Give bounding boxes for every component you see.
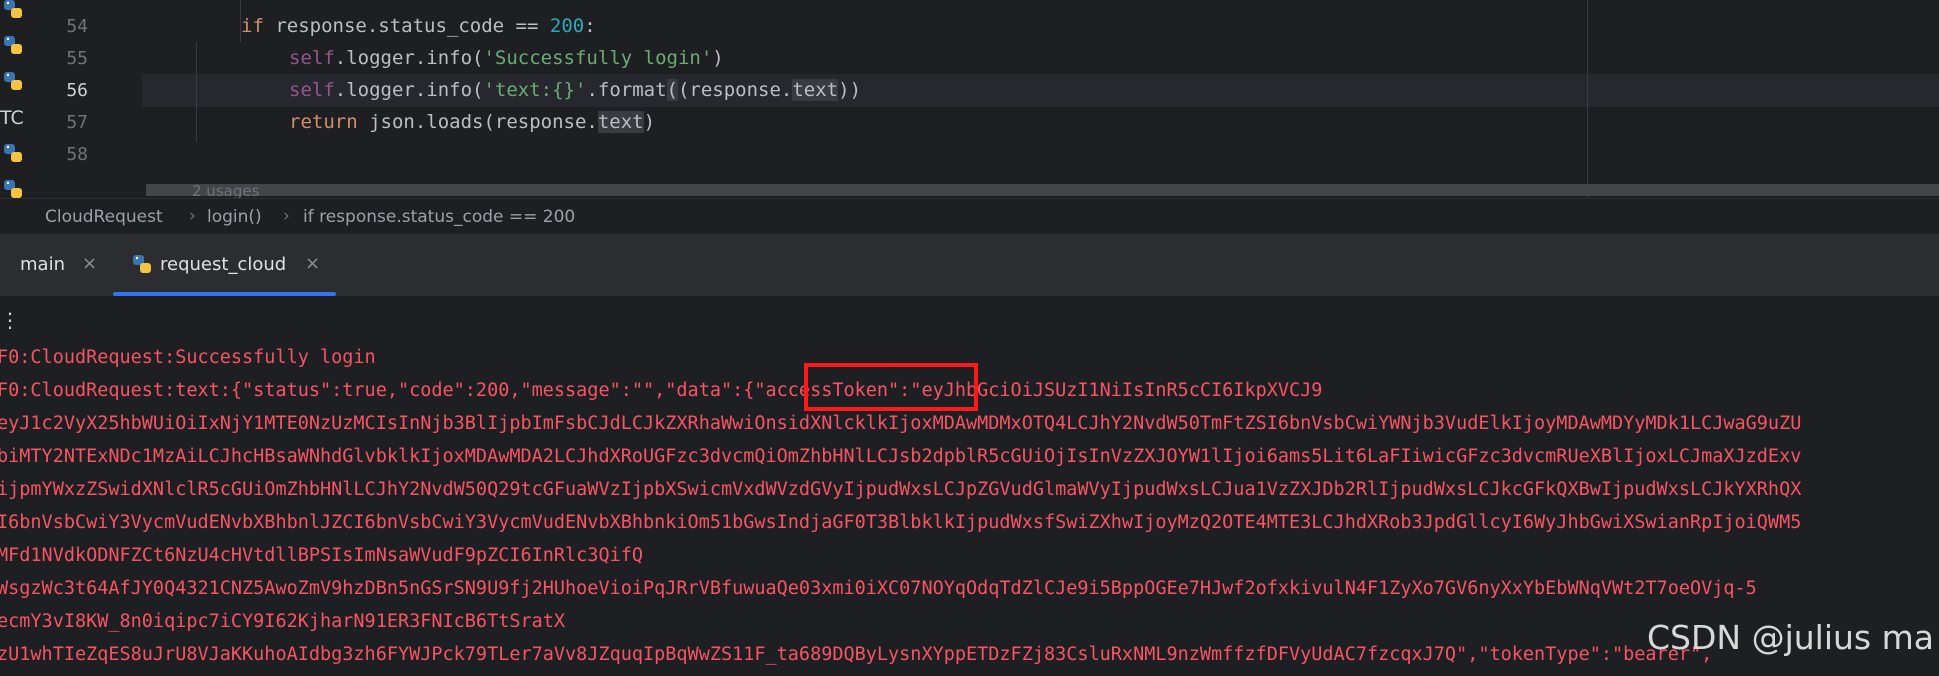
python-icon bbox=[4, 0, 22, 18]
console-line: ijpmYWxzZSwidXNlclR5cGUiOmZhbHNlLCJhY2Nv… bbox=[0, 479, 1802, 500]
tab-label: request_cloud bbox=[160, 254, 287, 275]
code-line-55[interactable]: self.logger.info('Successfully login') bbox=[289, 42, 724, 75]
chevron-right-icon: › bbox=[189, 206, 196, 226]
python-icon bbox=[133, 255, 151, 273]
console-line: F0:CloudRequest:text:{"status":true,"cod… bbox=[0, 380, 1323, 401]
code-text: ) bbox=[712, 47, 724, 69]
code-text: .format bbox=[586, 79, 667, 101]
close-icon[interactable]: × bbox=[305, 253, 320, 274]
console-line: I6bnVsbCwiY3VycmVudENvbXBhbnlJZCI6bnVsbC… bbox=[0, 512, 1802, 533]
keyword: return bbox=[289, 111, 358, 133]
code-editor[interactable]: 54 55 56 57 58 TC if response.status_cod… bbox=[0, 0, 1939, 232]
python-icon bbox=[4, 36, 22, 54]
code-text: (response. bbox=[677, 79, 793, 101]
console-line: MFd1NVdkODNFZCt6NzU4cHVtdllBPSIsImNsaWVu… bbox=[0, 545, 644, 566]
usage-highlight: text bbox=[792, 79, 839, 101]
python-icon bbox=[4, 72, 22, 90]
console-line: zU1whTIeZqES8uJrU8VJaKKuhoAIdbg3zh6FYWJP… bbox=[0, 644, 1713, 665]
python-icon bbox=[4, 180, 22, 198]
console-line: biMTY2NTExNDc1MzAiLCJhcHBsaWNhdGlvbklkIj… bbox=[0, 446, 1802, 467]
tab-main[interactable]: main × bbox=[0, 234, 110, 296]
code-text: response.status_code == bbox=[263, 15, 550, 37]
line-number: 55 bbox=[66, 48, 88, 69]
code-line-54[interactable]: if response.status_code == 200: bbox=[241, 10, 596, 43]
breadcrumb-item[interactable]: CloudRequest bbox=[45, 207, 163, 227]
code-line-57[interactable]: return json.loads(response.text) bbox=[289, 106, 655, 139]
self-keyword: self bbox=[289, 47, 335, 69]
string-literal: 'text:{}' bbox=[483, 79, 587, 101]
more-options-icon[interactable]: ⋮ bbox=[0, 308, 20, 332]
code-text: : bbox=[584, 15, 596, 37]
code-text: ) bbox=[643, 111, 656, 133]
horizontal-scrollbar[interactable] bbox=[146, 184, 1939, 196]
breadcrumb-item[interactable]: if response.status_code == 200 bbox=[303, 207, 575, 227]
console-line: eyJ1c2VyX25hbWUiOiIxNjY1MTE0NzUzMCIsInNj… bbox=[0, 413, 1802, 434]
watermark: CSDN @julius ma bbox=[1647, 618, 1934, 657]
console-line: WsgzWc3t64AfJY0Q4321CNZ5AwoZmV9hzDBn5nGS… bbox=[0, 578, 1757, 599]
line-number: 58 bbox=[66, 144, 88, 165]
keyword: if bbox=[241, 15, 264, 37]
usage-highlight: text bbox=[597, 111, 644, 133]
right-margin-guide bbox=[1587, 0, 1588, 198]
tab-request-cloud[interactable]: request_cloud × bbox=[113, 234, 336, 296]
console-line: ecmY3vI8KW_8n0iqipc7iCY9I62KjharN91ER3FN… bbox=[0, 611, 566, 632]
close-icon[interactable]: × bbox=[82, 253, 97, 274]
breadcrumb: CloudRequest › login() › if response.sta… bbox=[0, 198, 1939, 235]
number-literal: 200 bbox=[549, 15, 585, 37]
line-number: 56 bbox=[66, 80, 88, 101]
console-line: F0:CloudRequest:Successfully login bbox=[0, 347, 376, 368]
gutter-label: TC bbox=[0, 107, 24, 129]
paren-highlight: ( bbox=[666, 79, 678, 101]
code-text: json.loads(response. bbox=[357, 111, 598, 133]
line-number: 57 bbox=[66, 112, 88, 133]
code-text: .logger.info( bbox=[334, 47, 484, 69]
chevron-right-icon: › bbox=[283, 206, 290, 226]
self-keyword: self bbox=[289, 79, 335, 101]
tab-label: main bbox=[20, 254, 65, 275]
breadcrumb-item[interactable]: login() bbox=[207, 207, 262, 227]
run-tabs: main × request_cloud × bbox=[0, 234, 1939, 297]
string-literal: 'Successfully login' bbox=[483, 47, 713, 69]
code-line-56[interactable]: self.logger.info('text:{}'.format((respo… bbox=[289, 74, 861, 107]
python-icon bbox=[4, 144, 22, 162]
code-text: .logger.info( bbox=[334, 79, 484, 101]
indent-guide bbox=[196, 42, 197, 142]
annotation-highlight-box bbox=[804, 363, 978, 411]
code-text: )) bbox=[838, 79, 862, 101]
line-number: 54 bbox=[66, 16, 88, 37]
